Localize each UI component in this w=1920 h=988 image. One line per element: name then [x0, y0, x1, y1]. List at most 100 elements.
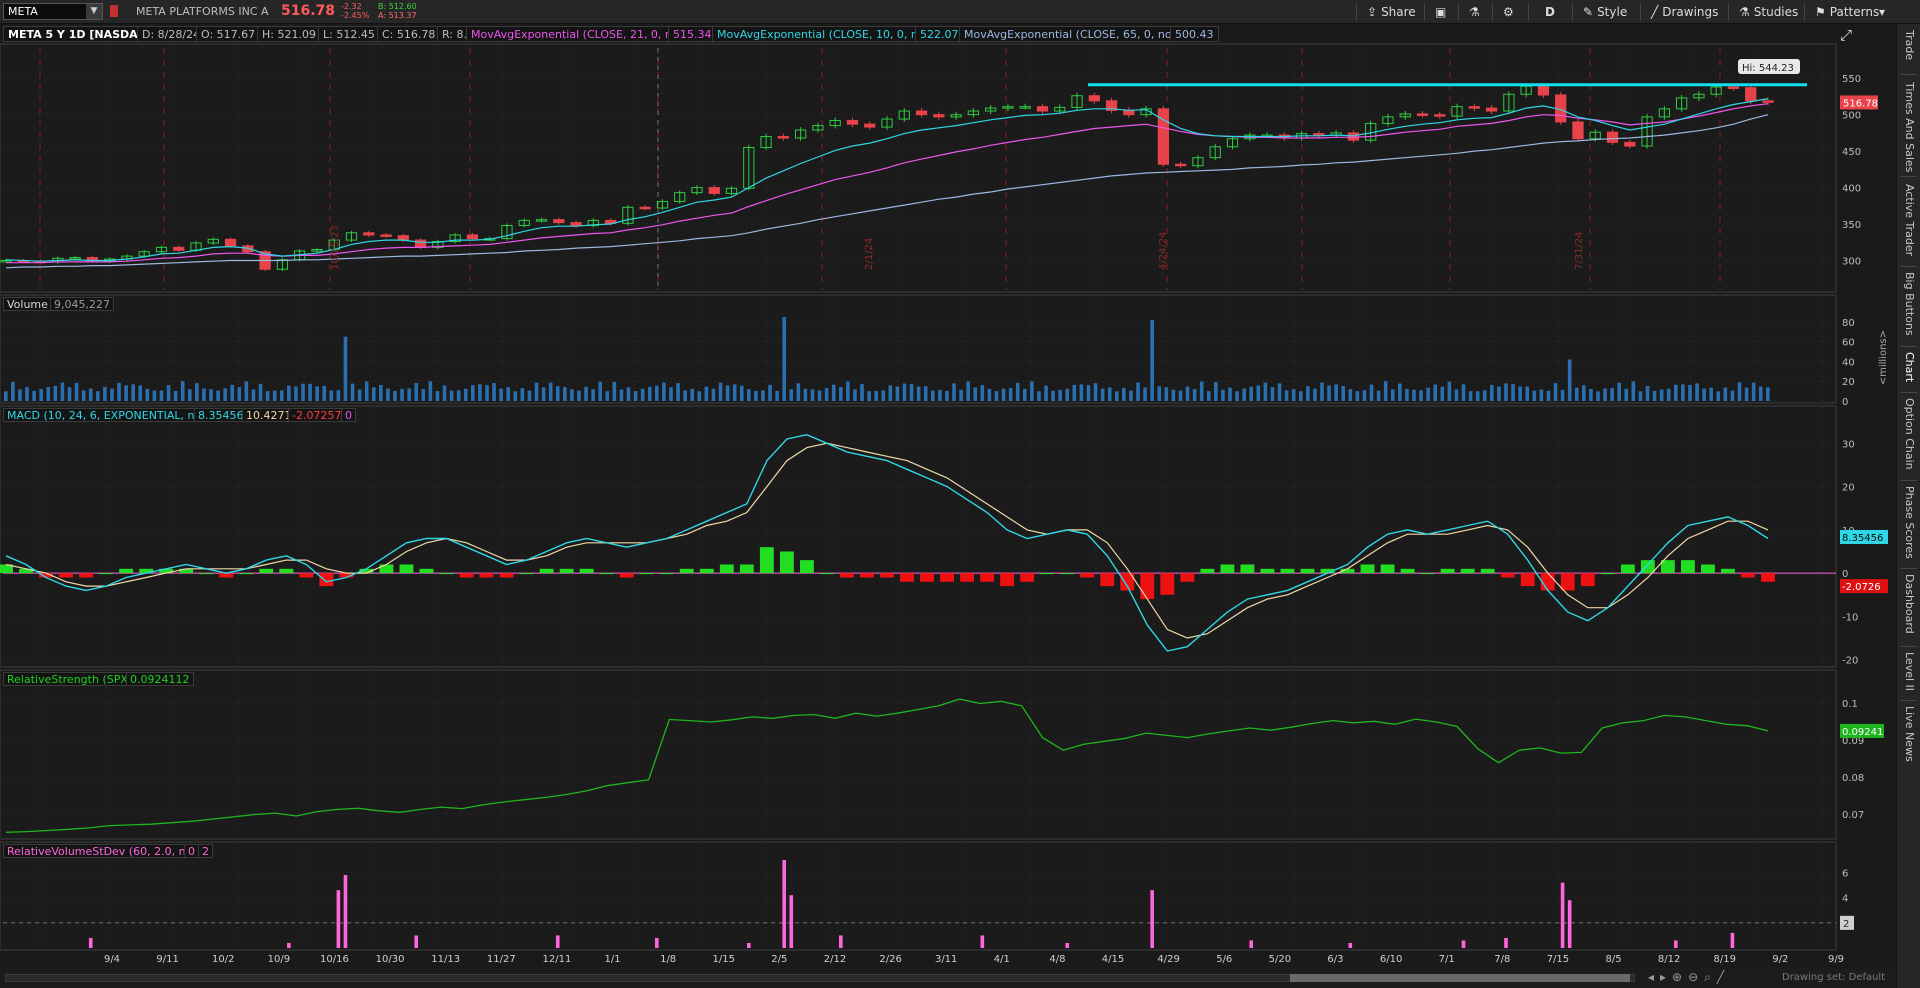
volume-bar	[1504, 383, 1508, 401]
tab-option-chain[interactable]: Option Chain	[1897, 398, 1920, 470]
candle-body	[1416, 113, 1429, 116]
volume-bar	[471, 385, 475, 401]
flask-icon: ⚗	[1469, 5, 1480, 19]
tab-trade[interactable]: Trade	[1897, 30, 1920, 60]
candle-body	[1762, 100, 1774, 103]
candle-body	[846, 120, 859, 125]
bar-high: H: 521.09	[257, 26, 321, 42]
macd-histogram-bar	[960, 573, 975, 582]
ema10-study-label[interactable]: MovAvgExponential (CLOSE, 10, 0, no)	[712, 26, 934, 42]
chevron-down-icon: ▾	[1879, 5, 1886, 19]
volume-bar	[1122, 387, 1126, 401]
studies-button[interactable]: ⚗ Studies	[1734, 3, 1803, 21]
volume-bar	[279, 390, 284, 401]
macd-histogram-bar	[719, 564, 734, 574]
snapshot-button[interactable]: ▣	[1430, 3, 1451, 21]
drawings-button[interactable]: ╱ Drawings	[1646, 3, 1723, 21]
volume-bar	[952, 383, 956, 401]
time-scrollbar-thumb[interactable]	[1290, 974, 1630, 982]
volume-bar	[216, 390, 220, 401]
tab-phase-scores[interactable]: Phase Scores	[1897, 486, 1920, 559]
tab-active-trader[interactable]: Active Trader	[1897, 184, 1920, 256]
tab-dashboard[interactable]: Dashboard	[1897, 574, 1920, 634]
volume-bar	[1086, 385, 1091, 401]
more-menu-button[interactable]: ▾	[1874, 3, 1890, 21]
tab-big-buttons[interactable]: Big Buttons	[1897, 272, 1920, 336]
volume-bar	[1490, 385, 1494, 401]
ema21-study-label[interactable]: MovAvgExponential (CLOSE, 21, 0, no)	[466, 26, 688, 42]
volume-study-label[interactable]: Volume	[3, 297, 52, 311]
chart-canvas[interactable]: 300350400450500550Hi: 544.23516.78020406…	[0, 0, 1896, 968]
date-axis-tick: 6/3	[1327, 954, 1343, 965]
aggregation-button[interactable]: D	[1540, 3, 1560, 21]
date-axis-tick: 10/9	[268, 954, 290, 965]
volume-bar	[32, 390, 36, 401]
rvol-bar	[1065, 942, 1070, 948]
rvol-bar	[1567, 900, 1572, 948]
volume-bar	[258, 383, 263, 401]
volume-bar	[945, 390, 949, 401]
earnings-date-marker: 4/24/24	[1158, 231, 1169, 270]
volume-axis-tick: 0	[1842, 397, 1848, 408]
date-axis-tick: 9/2	[1772, 954, 1788, 965]
volume-bar	[492, 383, 496, 401]
relative-strength-axis-tick: 0.1	[1842, 699, 1858, 710]
volume-bar	[1758, 386, 1763, 401]
symbol-input[interactable]: META ▼	[3, 3, 103, 20]
settings-button[interactable]: ⚙	[1498, 3, 1519, 21]
ema65-study-label[interactable]: MovAvgExponential (CLOSE, 65, 0, no)	[959, 26, 1181, 42]
rvol-study-label[interactable]: RelativeVolumeStDev (60, 2.0, no)	[3, 844, 201, 858]
rvol-bar	[789, 895, 794, 948]
zoom-controls[interactable]: ◂▸⊕⊖⌕╱	[1648, 970, 1730, 985]
candle-body	[1572, 121, 1584, 140]
macd-histogram-bar	[1060, 573, 1075, 575]
macd-histogram-bar	[840, 573, 854, 578]
macd-histogram-bar	[900, 573, 914, 582]
volume-bar	[598, 381, 603, 401]
macd-histogram-bar	[1160, 573, 1175, 595]
volume-bar	[336, 390, 341, 401]
macd-histogram-bar	[799, 560, 814, 574]
volume-bar	[39, 389, 43, 401]
volume-bar	[831, 384, 836, 401]
drawing-tool-icon[interactable]: ⤢	[1840, 26, 1852, 44]
share-button[interactable]: ⇪ Share	[1362, 3, 1421, 21]
volume-bar	[1277, 383, 1282, 401]
volume-bar	[53, 385, 58, 401]
aggregation-label: D	[1545, 5, 1555, 19]
macd-histogram-bar	[639, 573, 654, 575]
relative-strength-study-label[interactable]: RelativeStrength (SPX)	[3, 672, 137, 686]
flask-button[interactable]: ⚗	[1464, 3, 1485, 21]
volume-bar	[435, 391, 440, 401]
style-button[interactable]: ✎ Style	[1578, 3, 1632, 21]
chevron-down-icon[interactable]: ▼	[86, 4, 102, 19]
volume-bar	[640, 388, 645, 401]
date-axis-tick: 10/16	[320, 954, 349, 965]
chart-symbol-label[interactable]: META 5 Y 1D [NASDAQ]	[3, 26, 158, 42]
volume-bar	[718, 382, 723, 401]
volume-bar	[1008, 388, 1013, 401]
tab-times-and-sales[interactable]: Times And Sales	[1897, 82, 1920, 172]
macd-histogram-bar	[1020, 573, 1035, 582]
flag-icon[interactable]	[110, 5, 118, 17]
volume-bar	[11, 381, 15, 401]
volume-bar	[18, 389, 22, 401]
ema65-value: 500.43	[1170, 26, 1219, 42]
volume-bar	[251, 389, 256, 401]
tab-live-news[interactable]: Live News	[1897, 706, 1920, 762]
tab-divider	[1901, 346, 1917, 347]
macd-histogram-bar	[1200, 568, 1215, 574]
volume-bar	[612, 381, 617, 401]
volume-bar	[1030, 381, 1034, 401]
volume-bar	[124, 385, 128, 401]
volume-bar	[1044, 385, 1048, 401]
volume-axis-tick: 40	[1842, 357, 1855, 368]
tab-level-ii[interactable]: Level II	[1897, 652, 1920, 691]
right-sidebar: Trade Times And Sales Active Trader Big …	[1896, 24, 1920, 988]
volume-bar	[322, 385, 327, 401]
macd-histogram-bar	[679, 568, 694, 574]
tab-chart[interactable]: Chart	[1897, 352, 1920, 382]
high-label-text: Hi: 544.23	[1742, 63, 1794, 74]
macd-study-label[interactable]: MACD (10, 24, 6, EXPONENTIAL, no)	[3, 408, 210, 422]
camera-icon: ▣	[1435, 5, 1447, 19]
